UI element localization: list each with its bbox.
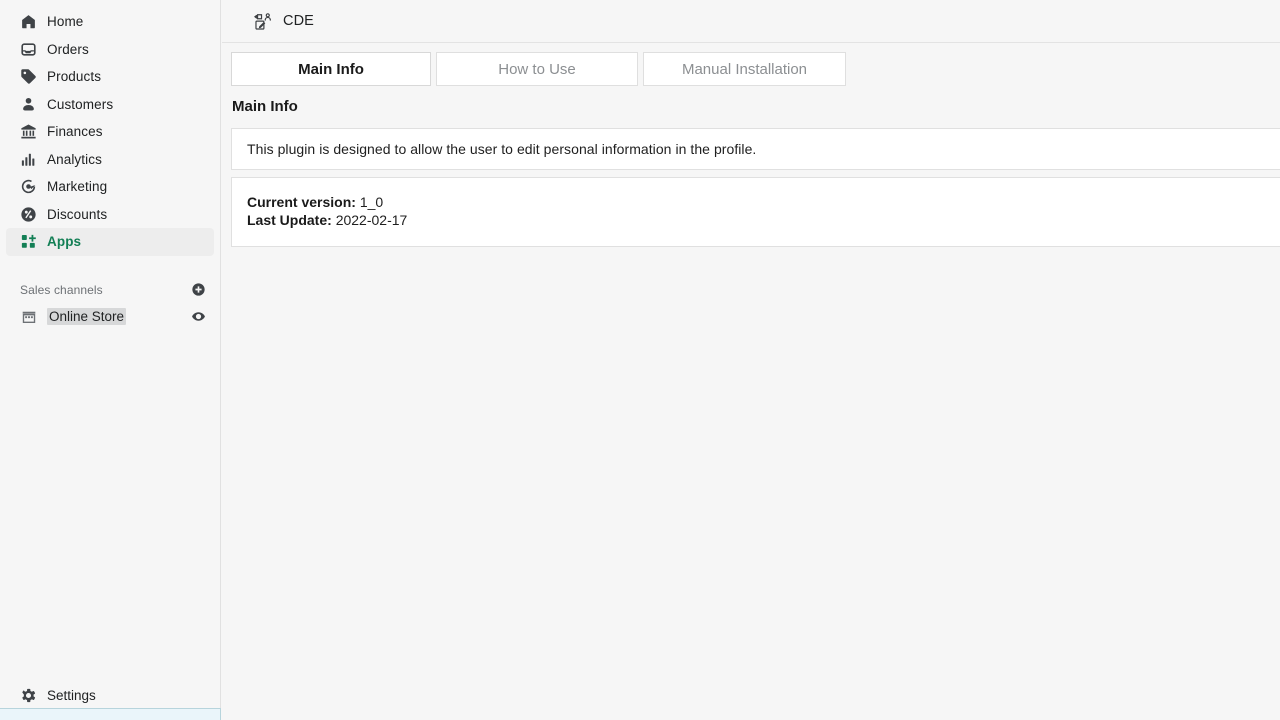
plus-circle-icon[interactable] <box>190 282 206 298</box>
sidebar-item-orders[interactable]: Orders <box>6 36 214 64</box>
sidebar-item-label: Finances <box>47 124 103 140</box>
sidebar-item-customers[interactable]: Customers <box>6 91 214 119</box>
sidebar-item-label: Apps <box>47 234 82 250</box>
apps-grid-plus-icon <box>20 233 37 250</box>
sidebar-item-label: Analytics <box>47 151 102 167</box>
orders-inbox-icon <box>20 41 37 58</box>
plugin-meta-card: Current version: 1_0 Last Update: 2022-0… <box>231 177 1280 247</box>
sidebar-item-apps[interactable]: Apps <box>6 228 214 256</box>
sidebar-item-label: Discounts <box>47 206 108 222</box>
marketing-target-icon <box>20 178 37 195</box>
tab-manual-installation[interactable]: Manual Installation <box>643 52 846 86</box>
app-root: Home Orders Products Customers Finances … <box>0 0 1280 720</box>
sales-channels-title: Sales channels <box>20 282 103 297</box>
channel-left: Online Store <box>20 308 127 325</box>
section-title: Main Info <box>232 98 298 115</box>
sidebar-item-home[interactable]: Home <box>6 8 214 36</box>
finances-bank-icon <box>20 123 37 140</box>
sidebar-item-label: Marketing <box>47 179 108 195</box>
page-title: CDE <box>283 13 314 29</box>
plugin-description-card: This plugin is designed to allow the use… <box>231 128 1280 170</box>
discount-percent-icon <box>20 206 37 223</box>
meta-key: Current version: <box>247 194 356 210</box>
plugin-description-text: This plugin is designed to allow the use… <box>247 141 757 157</box>
sidebar-item-discounts[interactable]: Discounts <box>6 201 214 229</box>
home-icon <box>20 13 37 30</box>
meta-row-last-update: Last Update: 2022-02-17 <box>247 211 1273 229</box>
sidebar: Home Orders Products Customers Finances … <box>0 0 221 720</box>
gear-icon <box>20 687 37 704</box>
sidebar-item-online-store[interactable]: Online Store <box>6 304 214 330</box>
tab-how-to-use[interactable]: How to Use <box>436 52 638 86</box>
plugin-profile-edit-icon <box>254 12 273 31</box>
storefront-icon <box>20 308 37 325</box>
sidebar-item-label: Products <box>47 69 102 85</box>
meta-key: Last Update: <box>247 212 332 228</box>
sidebar-bottom-banner <box>0 708 221 720</box>
meta-value: 1_0 <box>359 194 384 210</box>
sidebar-item-label: Customers <box>47 96 114 112</box>
meta-value: 2022-02-17 <box>335 212 408 228</box>
sidebar-item-finances[interactable]: Finances <box>6 118 214 146</box>
tab-label: Manual Installation <box>681 60 808 78</box>
panel-area: Main Info How to Use Manual Installation… <box>222 43 1280 247</box>
content-area: CDE Main Info How to Use Manual Installa… <box>222 0 1280 720</box>
tab-bar: Main Info How to Use Manual Installation <box>231 52 1280 86</box>
customer-person-icon <box>20 96 37 113</box>
tab-main-info[interactable]: Main Info <box>231 52 431 86</box>
sidebar-footer: Settings <box>0 681 221 709</box>
meta-row-current-version: Current version: 1_0 <box>247 193 1273 211</box>
product-tag-icon <box>20 68 37 85</box>
sidebar-item-settings[interactable]: Settings <box>6 681 215 709</box>
settings-label: Settings <box>47 687 96 703</box>
sidebar-item-analytics[interactable]: Analytics <box>6 146 214 174</box>
channel-label: Online Store <box>47 308 127 325</box>
sidebar-nav-list: Home Orders Products Customers Finances … <box>0 0 220 256</box>
sidebar-item-label: Home <box>47 14 84 30</box>
sales-channels-group-header: Sales channels <box>6 278 214 302</box>
tab-label: How to Use <box>498 60 576 78</box>
sidebar-item-marketing[interactable]: Marketing <box>6 173 214 201</box>
page-header: CDE <box>222 0 1280 43</box>
analytics-bars-icon <box>20 151 37 168</box>
sidebar-item-products[interactable]: Products <box>6 63 214 91</box>
eye-icon[interactable] <box>190 309 206 325</box>
tab-label: Main Info <box>298 60 364 78</box>
sidebar-item-label: Orders <box>47 41 89 57</box>
